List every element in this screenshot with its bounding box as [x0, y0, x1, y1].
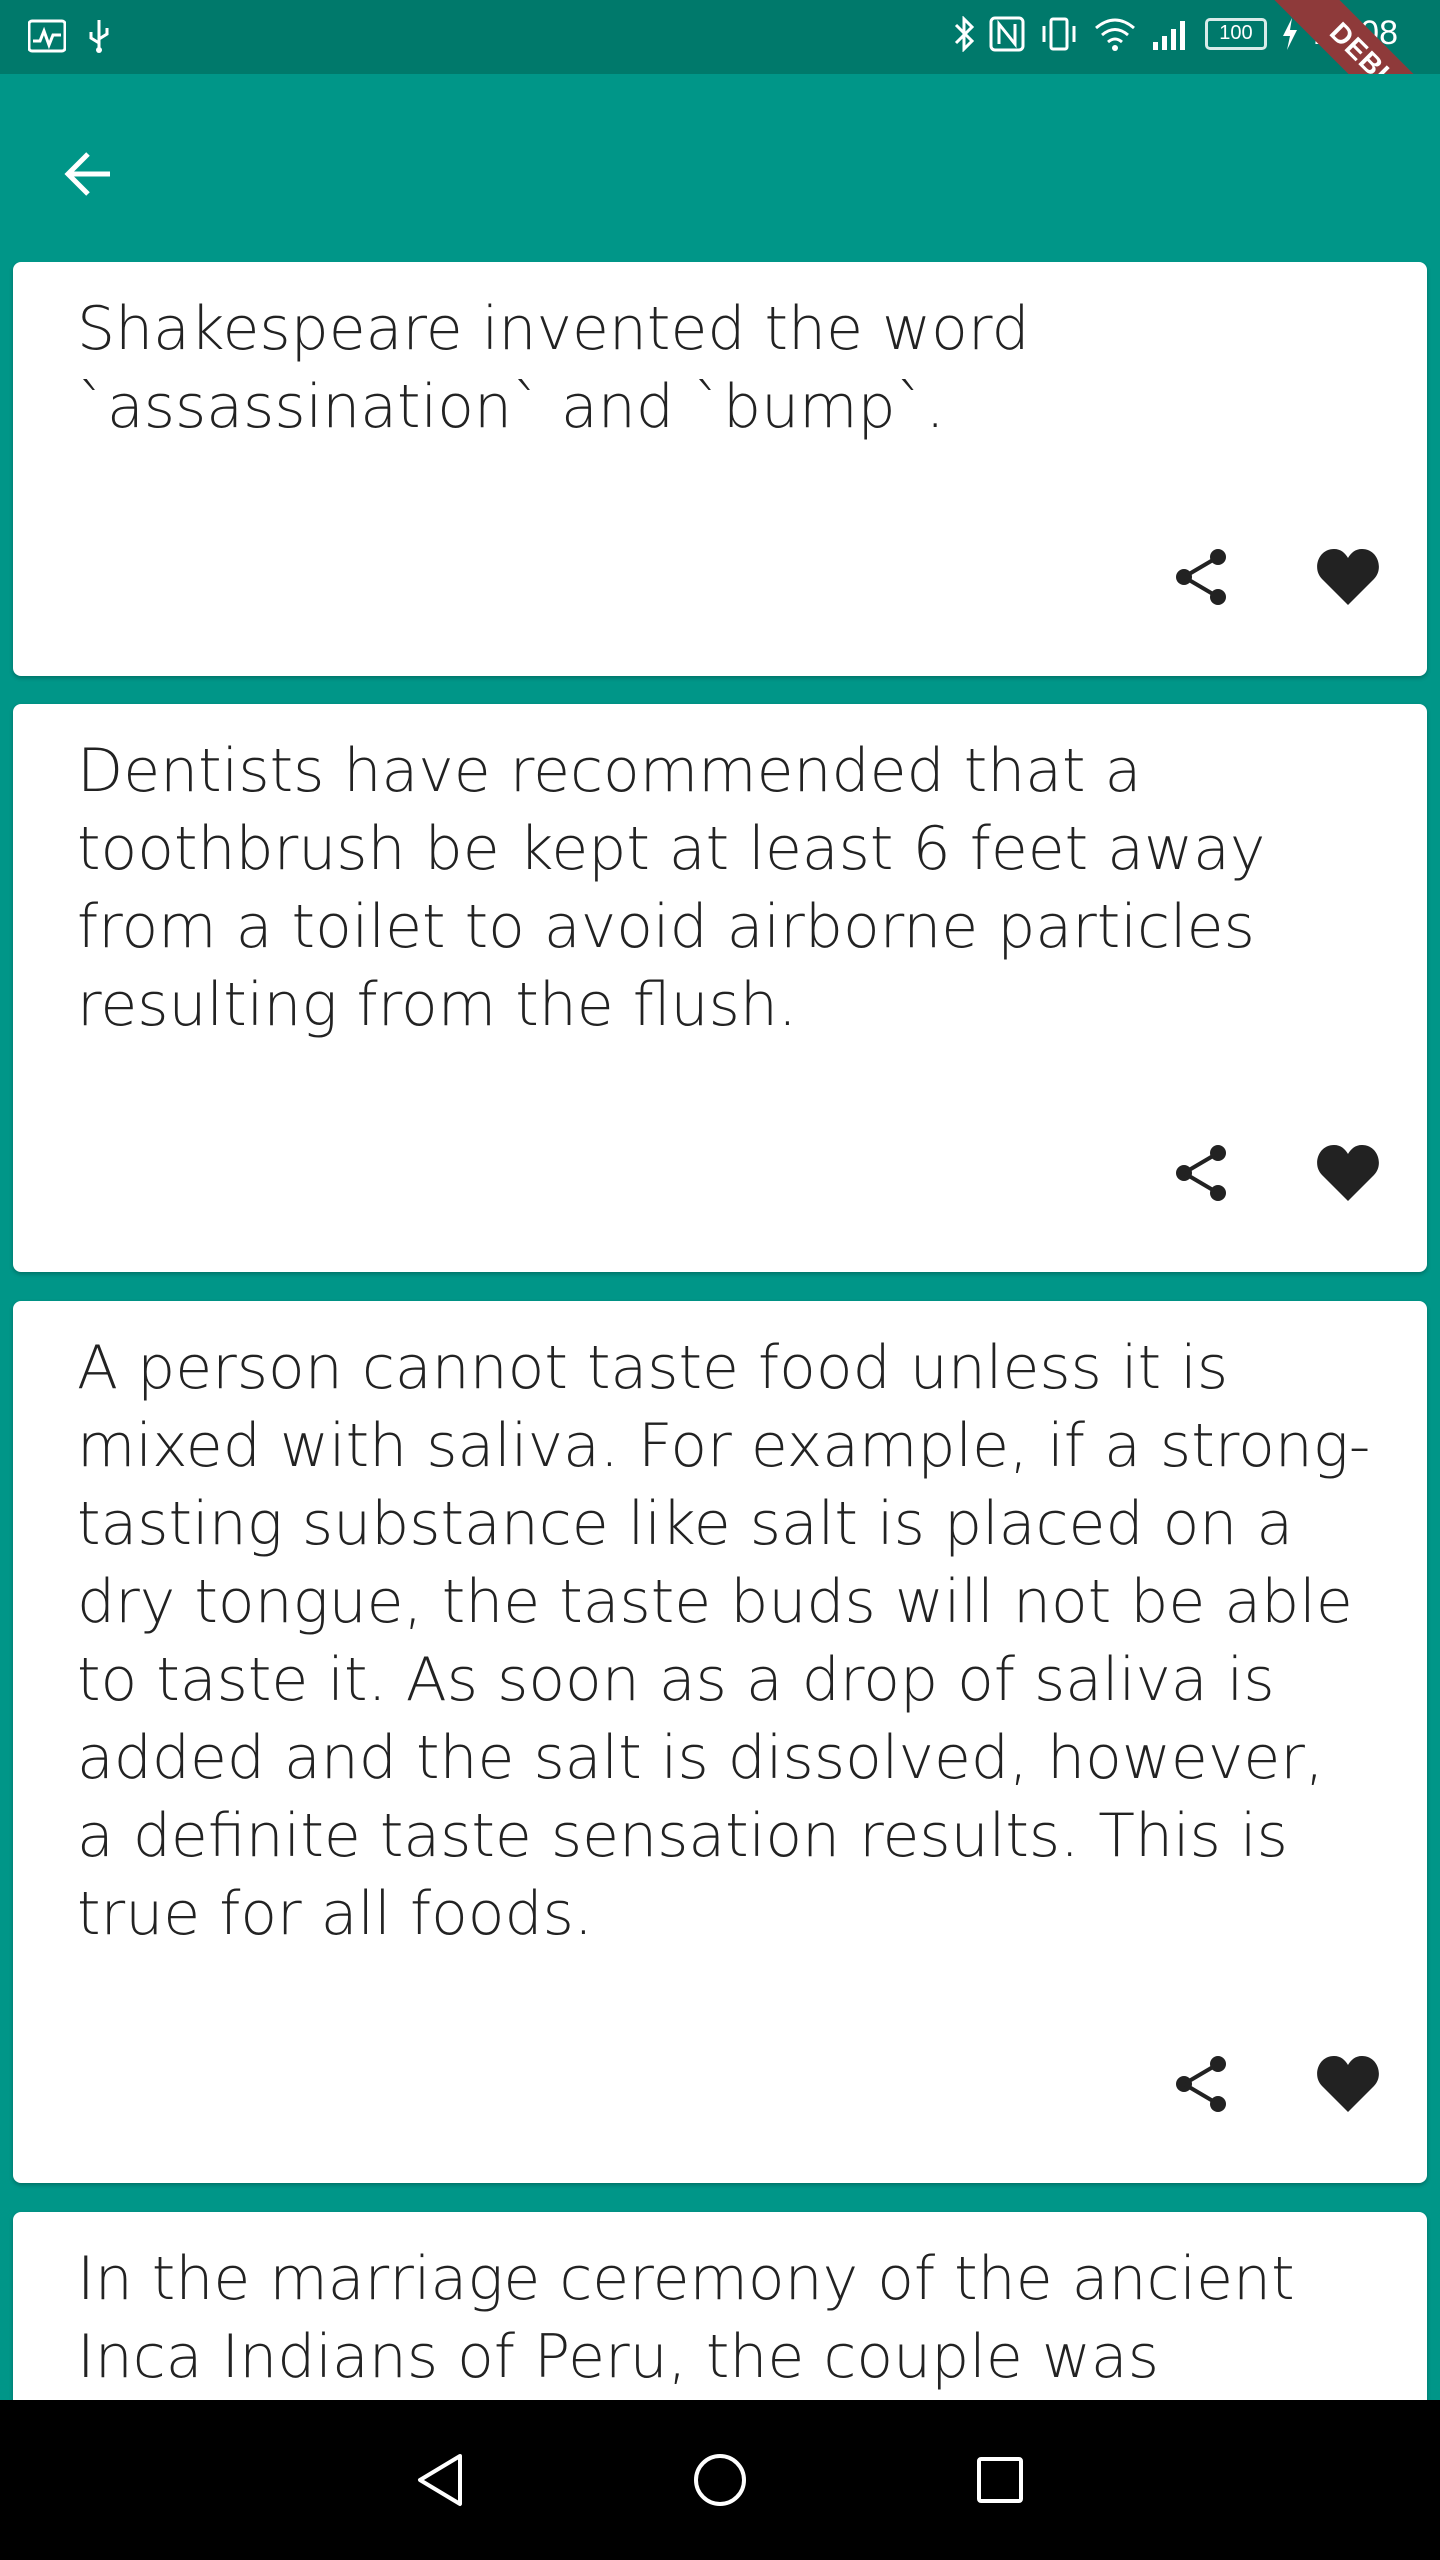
nav-home-button[interactable] [675, 2435, 765, 2525]
battery-level: 100 [1219, 22, 1253, 44]
recents-square-icon [977, 2457, 1023, 2503]
fact-text: In the marriage ceremony of the ancient … [77, 2244, 1295, 2392]
status-time: 16:08 [1312, 14, 1398, 52]
back-button[interactable] [40, 126, 136, 222]
activity-icon [28, 19, 66, 53]
favorite-icon [1317, 2056, 1379, 2112]
fact-card: Dentists have recommended that a toothbr… [13, 704, 1427, 1272]
bluetooth-icon [953, 15, 975, 52]
signal-icon [1151, 16, 1191, 52]
fact-card: A person cannot taste food unless it is … [13, 1301, 1427, 2183]
card-actions [1153, 2035, 1397, 2133]
fact-text: Shakespeare invented the word `assassina… [77, 294, 1030, 442]
favorite-button[interactable] [1299, 528, 1397, 626]
battery-icon: 100 [1204, 17, 1267, 50]
share-icon [1176, 2056, 1226, 2112]
arrow-back-icon [64, 152, 110, 196]
wifi-icon [1093, 16, 1137, 52]
usb-icon [86, 18, 112, 54]
favorite-icon [1317, 549, 1379, 605]
favorite-icon [1317, 1145, 1379, 1201]
back-triangle-icon [418, 2454, 462, 2506]
nfc-icon [989, 16, 1025, 52]
share-icon [1176, 1145, 1226, 1201]
charging-icon [1281, 17, 1299, 51]
card-actions [1153, 1124, 1397, 1222]
nav-recents-button[interactable] [955, 2435, 1045, 2525]
home-circle-icon [694, 2454, 746, 2506]
app-bar [0, 74, 1440, 262]
nav-back-button[interactable] [395, 2435, 485, 2525]
status-bar: 100 16:08 [0, 0, 1440, 74]
fact-text: Dentists have recommended that a toothbr… [77, 736, 1266, 1040]
share-button[interactable] [1153, 528, 1251, 626]
vibrate-icon [1039, 16, 1079, 52]
share-button[interactable] [1153, 1124, 1251, 1222]
fact-card: In the marriage ceremony of the ancient … [13, 2212, 1427, 2400]
facts-list[interactable]: Shakespeare invented the word `assassina… [0, 262, 1440, 2400]
favorite-button[interactable] [1299, 1124, 1397, 1222]
fact-card: Shakespeare invented the word `assassina… [13, 262, 1427, 676]
share-icon [1176, 549, 1226, 605]
card-actions [1153, 528, 1397, 626]
favorite-button[interactable] [1299, 2035, 1397, 2133]
status-left [28, 18, 112, 54]
share-button[interactable] [1153, 2035, 1251, 2133]
status-right: 100 16:08 [953, 14, 1398, 53]
fact-text: A person cannot taste food unless it is … [77, 1333, 1371, 1949]
system-nav-bar [0, 2400, 1440, 2560]
